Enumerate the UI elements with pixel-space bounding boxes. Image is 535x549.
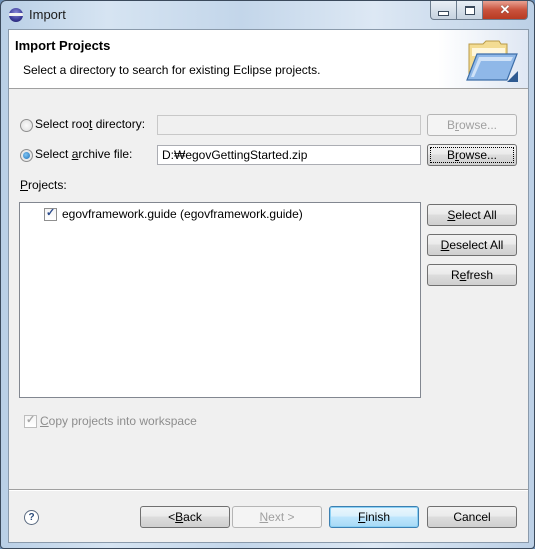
- projects-list[interactable]: ✓ egovframework.guide (egovframework.gui…: [19, 202, 421, 398]
- archive-file-field[interactable]: D:₩egovGettingStarted.zip: [157, 145, 421, 165]
- archive-file-radio[interactable]: [20, 149, 33, 162]
- browse-root-directory-button[interactable]: Br owse...: [427, 114, 517, 136]
- eclipse-icon: [9, 8, 23, 22]
- back-button[interactable]: < Back: [140, 506, 230, 528]
- refresh-button[interactable]: Re fresh: [427, 264, 517, 286]
- maximize-icon: [464, 5, 475, 15]
- checkmark-icon: ✓: [46, 207, 56, 219]
- finish-button[interactable]: Finish: [329, 506, 419, 528]
- page-title: Import Projects: [15, 38, 111, 53]
- minimize-button[interactable]: [430, 1, 457, 20]
- close-button[interactable]: ✕: [483, 1, 528, 20]
- minimize-icon: [438, 10, 449, 16]
- maximize-button[interactable]: [457, 1, 483, 20]
- wizard-header: Import Projects Select a directory to se…: [9, 30, 528, 89]
- copy-into-workspace-label: Copy projects into workspace: [40, 414, 197, 428]
- projects-label: Projects:: [20, 178, 67, 192]
- project-label: egovframework.guide (egovframework.guide…: [62, 207, 303, 221]
- close-icon: ✕: [499, 2, 511, 17]
- title-bar[interactable]: Import ✕: [1, 1, 534, 29]
- window-controls: ✕: [430, 1, 528, 20]
- checkmark-icon: ✓: [26, 414, 36, 426]
- browse-archive-file-button[interactable]: Br owse...: [427, 144, 517, 166]
- page-description: Select a directory to search for existin…: [23, 63, 321, 77]
- select-all-button[interactable]: Select All: [427, 204, 517, 226]
- import-dialog: Import ✕ Import Projects Select a direct…: [0, 0, 535, 549]
- cancel-button[interactable]: Cancel: [427, 506, 517, 528]
- root-directory-field[interactable]: [157, 115, 421, 135]
- dialog-client-area: Import Projects Select a directory to se…: [8, 29, 529, 543]
- archive-file-label: Select archive file:: [35, 147, 133, 161]
- list-item[interactable]: ✓ egovframework.guide (egovframework.gui…: [44, 207, 404, 223]
- next-button[interactable]: Next >: [232, 506, 322, 528]
- root-directory-label: Select root directory:: [35, 117, 146, 131]
- copy-into-workspace-checkbox[interactable]: ✓: [24, 414, 37, 428]
- open-folder-icon: [466, 40, 518, 82]
- project-checkbox[interactable]: ✓: [44, 207, 57, 221]
- help-icon[interactable]: ?: [24, 510, 39, 525]
- root-directory-radio[interactable]: [20, 119, 33, 132]
- footer-separator: [9, 489, 528, 491]
- deselect-all-button[interactable]: Deselect All: [427, 234, 517, 256]
- window-title: Import: [29, 7, 66, 22]
